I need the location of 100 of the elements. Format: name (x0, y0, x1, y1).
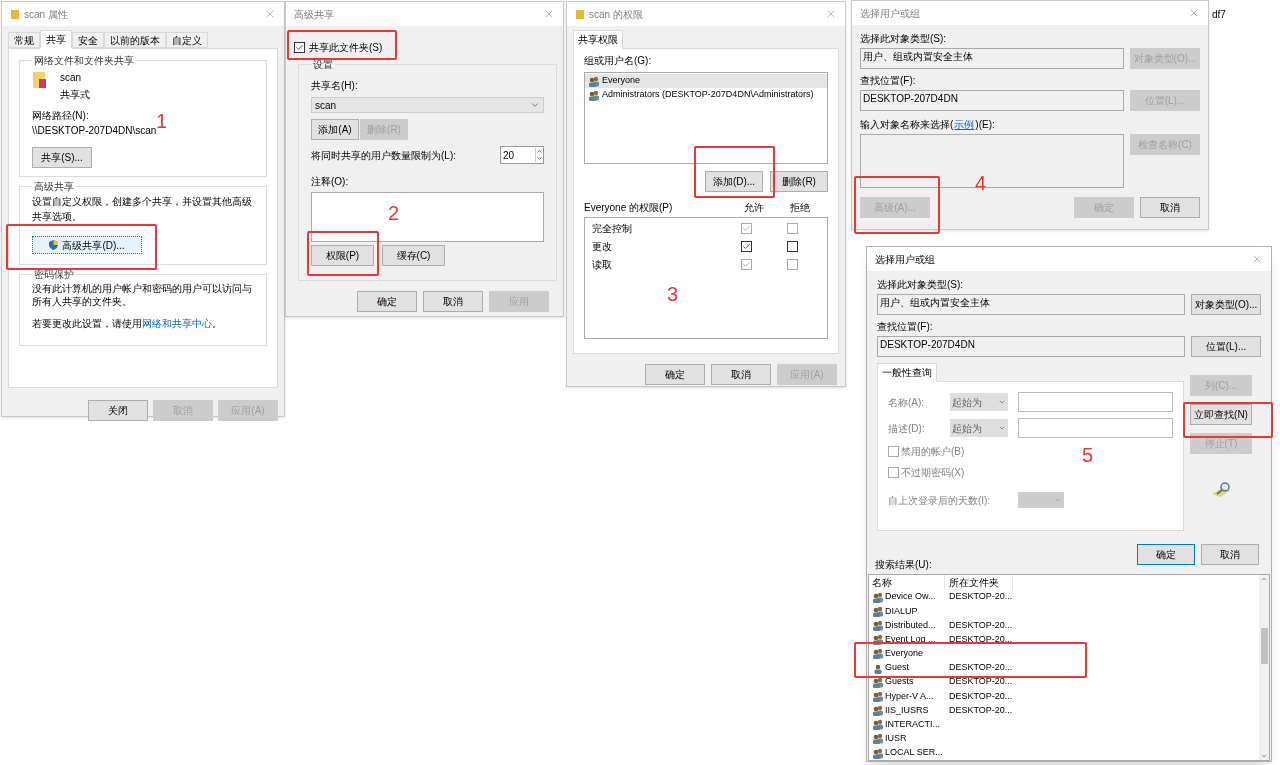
field-label: )(E): (975, 118, 995, 132)
number-spinner[interactable]: 20 (500, 146, 544, 164)
field-label: 注释(O): (311, 175, 350, 189)
user-icon (872, 662, 884, 674)
result-name[interactable]: Guests (869, 675, 945, 689)
checkbox[interactable] (786, 241, 798, 252)
folder-icon (10, 8, 20, 20)
dropdown-icon (998, 398, 1006, 406)
window-title: scan 属性 (24, 7, 68, 22)
checkbox[interactable] (786, 259, 798, 270)
result-name[interactable]: LOCAL SER... (869, 746, 945, 760)
result-name[interactable]: Distributed... (869, 618, 945, 633)
result-folder: DESKTOP-20... (948, 632, 1013, 646)
result-name[interactable]: IIS_IUSRS (869, 703, 945, 718)
close-icon[interactable] (1251, 253, 1263, 265)
tab[interactable]: 共享 (40, 30, 72, 49)
result-name[interactable]: Everyone (869, 647, 945, 661)
tab[interactable]: 共享权限 (573, 30, 623, 49)
result-folder: DESKTOP-20... (948, 675, 1013, 689)
checkbox[interactable] (740, 259, 752, 270)
window-title: 选择用户或组 (875, 252, 935, 267)
field-label: 描述(D): (888, 421, 926, 436)
dialog-button[interactable]: 确定 (357, 291, 417, 312)
field-label: Everyone 的权限(P) (584, 201, 674, 215)
result-name[interactable]: DIALUP (869, 604, 945, 619)
dropdown-icon (1054, 496, 1062, 504)
search-icon (1210, 482, 1232, 498)
field-label: 选择此对象类型(S): (860, 32, 948, 46)
dialog-button[interactable]: 删除(R) (770, 171, 828, 192)
close-icon[interactable] (825, 8, 837, 20)
column-header[interactable]: 所在文件夹 (945, 575, 1013, 590)
dialog-button[interactable]: 取消 (1201, 544, 1259, 565)
close-icon[interactable] (1188, 7, 1200, 19)
object-names-field[interactable] (860, 134, 1124, 188)
dialog-button[interactable]: 取消 (423, 291, 483, 312)
users-icon (872, 705, 884, 717)
dialog-button[interactable]: 权限(P) (311, 245, 374, 266)
column-header[interactable]: 名称 (869, 575, 945, 590)
result-name[interactable]: Guest (869, 661, 945, 675)
dialog-button[interactable]: 确定 (645, 364, 705, 385)
scroll-up-icon[interactable] (1260, 575, 1268, 583)
dialog-button[interactable]: 取消 (1140, 197, 1200, 218)
dialog-button[interactable]: 添加(A) (311, 119, 359, 140)
comment-field[interactable] (311, 192, 544, 242)
location-field: DESKTOP-207D4DN (860, 90, 1124, 111)
field-label: 查找位置(F): (860, 74, 917, 88)
dialog-button[interactable]: 关闭 (88, 400, 148, 421)
close-icon[interactable] (264, 8, 276, 20)
tab[interactable]: 一般性查询 (877, 363, 937, 382)
result-name[interactable]: INTERACTI... (869, 718, 945, 732)
user-list-item[interactable]: Administrators (DESKTOP-207D4DN\Administrators) (585, 88, 827, 102)
users-icon (872, 634, 884, 646)
permission-name: 更改 (592, 240, 613, 254)
users-icon (588, 75, 600, 87)
share-button[interactable]: 共享(S)... (32, 147, 92, 168)
shield-icon (49, 240, 59, 250)
tab[interactable]: 以前的版本 (104, 32, 166, 48)
close-icon[interactable] (543, 8, 555, 20)
description-text: 没有此计算机的用户帐户和密码的用户可以访问与所有人共享的文件夹。 (32, 282, 253, 308)
field-label: 搜索结果(U): (874, 558, 933, 572)
checkbox[interactable] (294, 42, 305, 53)
spinner-arrows-icon[interactable] (535, 148, 543, 162)
result-name[interactable]: Device Ow... (869, 590, 945, 604)
object-type-field: 用户、组或内置安全主体 (877, 294, 1185, 315)
field-label: 查找位置(F): (877, 320, 934, 334)
window-title: scan 的权限 (589, 7, 643, 22)
examples-link[interactable]: 示例 (953, 117, 976, 132)
dialog-button[interactable]: 立即查找(N) (1190, 404, 1252, 425)
dialog-button[interactable]: 缓存(C) (382, 245, 445, 266)
background-text: df7 (1212, 8, 1226, 22)
dialog-button[interactable]: 取消 (711, 364, 771, 385)
result-folder: DESKTOP-20... (948, 689, 1013, 703)
checkbox[interactable] (740, 223, 752, 234)
users-icon (872, 676, 884, 688)
dialog-button[interactable]: 添加(D)... (705, 171, 763, 192)
description-text: 若要更改此设置，请使用网络和共享中心。 (32, 317, 223, 331)
scrollbar[interactable] (1259, 575, 1269, 761)
path-label: 网络路径(N): (32, 109, 89, 123)
share-name-dropdown[interactable]: scan (311, 97, 544, 113)
dialog-button[interactable]: 位置(L)... (1191, 336, 1261, 357)
checkbox[interactable] (786, 223, 798, 234)
column-heading: 允许 (743, 201, 765, 215)
result-name[interactable]: IUSR (869, 732, 945, 746)
dialog-button[interactable]: 对象类型(O)... (1191, 294, 1261, 315)
scroll-thumb[interactable] (1260, 628, 1268, 664)
tab[interactable]: 自定义 (166, 32, 208, 48)
tab[interactable]: 常规 (8, 32, 40, 48)
tab[interactable]: 安全 (72, 32, 104, 48)
network-center-link[interactable]: 网络和共享中心 (142, 318, 212, 329)
result-name[interactable]: Hyper-V A... (869, 689, 945, 704)
dialog-button[interactable]: 确定 (1137, 544, 1195, 565)
advanced-sharing-button[interactable]: 高级共享(D)... (32, 236, 142, 254)
group-heading: 网络文件和文件夹共享 (33, 54, 135, 68)
user-list-item[interactable]: Everyone (585, 74, 827, 88)
users-icon (872, 648, 884, 660)
users-icon (872, 605, 884, 617)
result-folder: DESKTOP-20... (948, 618, 1013, 632)
network-path: \\DESKTOP-207D4DN\scan (32, 125, 157, 138)
checkbox[interactable] (740, 241, 752, 252)
users-icon (872, 747, 884, 759)
